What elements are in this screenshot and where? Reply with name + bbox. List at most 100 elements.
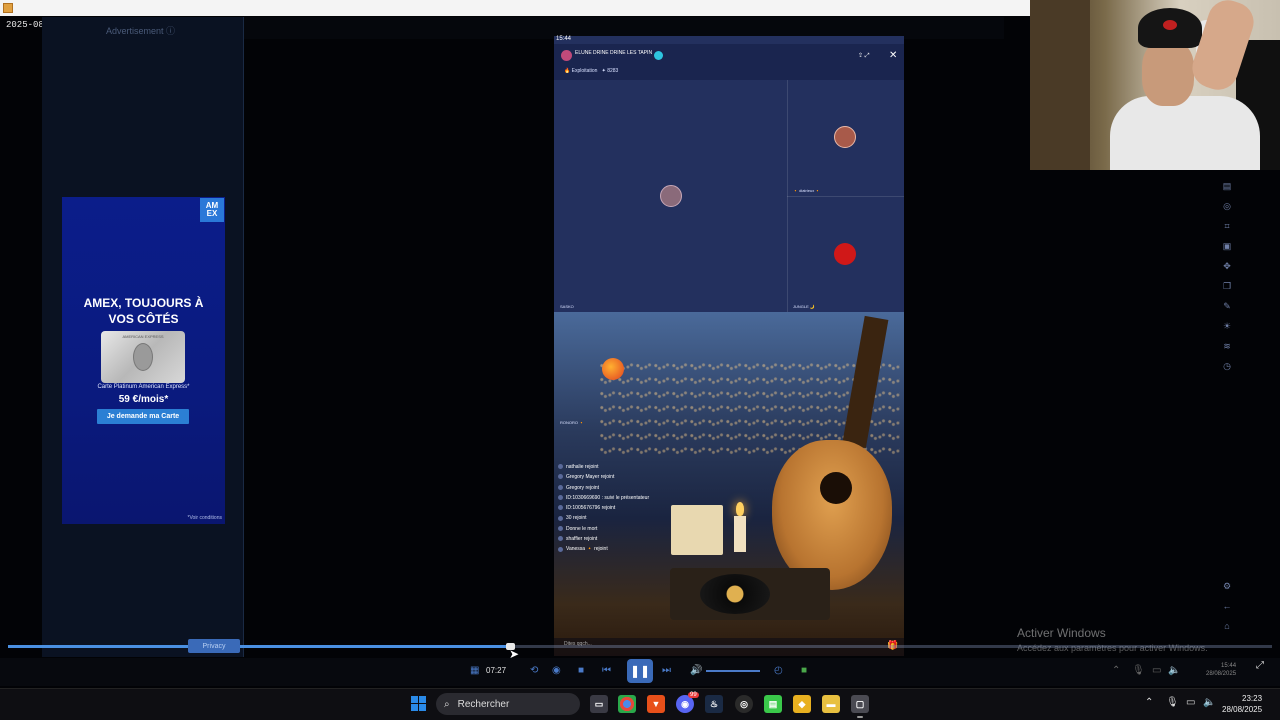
history-icon[interactable]: ◷ xyxy=(1221,360,1233,372)
discord-badge: 99 xyxy=(688,692,699,698)
volume-slider[interactable] xyxy=(706,670,760,672)
search-icon: ⌕ xyxy=(444,698,450,710)
image-icon[interactable]: ▣ xyxy=(1221,240,1233,252)
share-icon[interactable]: ⇪ ⤢ xyxy=(858,52,870,60)
ad-label: Advertisement ⓘ xyxy=(106,26,176,36)
folder-icon[interactable]: ▬ xyxy=(822,695,840,713)
notebook-icon xyxy=(671,505,723,555)
navigate-icon[interactable]: ✥ xyxy=(1221,260,1233,272)
viewer-count-pill: ✦ 8283 xyxy=(601,68,619,74)
chevron-up-icon[interactable]: ⌃ xyxy=(1112,665,1120,676)
steam-icon[interactable]: ♨ xyxy=(705,695,723,713)
obs-icon[interactable]: ◎ xyxy=(735,695,753,713)
taskbar-clock[interactable]: 23:23 28/08/2025 xyxy=(1222,693,1262,715)
fullscreen-icon[interactable]: ⤢ xyxy=(1256,660,1264,671)
guest-avatar[interactable] xyxy=(834,243,856,265)
chat-message: Gregory rejoint xyxy=(558,483,678,493)
amex-logo: AM EX xyxy=(200,198,224,222)
copy-icon[interactable]: ❐ xyxy=(1221,280,1233,292)
guitar-sound-hole xyxy=(820,472,852,504)
guest-label: 🔸 diatrieux 🔸 xyxy=(793,188,821,193)
viewer-pills: 🔥 Exploitation ✦ 8283 xyxy=(564,68,618,74)
guest-avatar[interactable] xyxy=(660,185,682,207)
flame-icon xyxy=(736,502,744,516)
top-strip xyxy=(0,0,1030,16)
chat-message: shaffier rejoint xyxy=(558,534,678,544)
search-label: Rechercher xyxy=(457,698,510,710)
ad-cta-button[interactable]: Je demande ma Carte xyxy=(97,409,189,424)
record-icon[interactable]: ◉ xyxy=(552,665,561,676)
chat-message: Vanessa 🔸 rejoint xyxy=(558,544,678,554)
home-icon[interactable]: ⌂ xyxy=(1221,620,1233,632)
loop-icon[interactable]: ⟲ xyxy=(530,665,538,676)
privacy-badge: Privacy xyxy=(188,639,240,653)
taskbar-search[interactable]: ⌕ Rechercher xyxy=(436,693,580,715)
ad-footnote: *Voir conditions xyxy=(187,515,222,521)
lightbulb-icon[interactable]: ☀ xyxy=(1221,320,1233,332)
guest-avatar[interactable] xyxy=(602,358,624,380)
guest-avatar[interactable] xyxy=(834,126,856,148)
active-app-icon[interactable]: ▢ xyxy=(851,695,869,713)
seek-progress xyxy=(8,645,510,648)
next-icon[interactable]: ⏭ xyxy=(662,665,671,676)
start-button[interactable] xyxy=(411,696,427,712)
screenshot-icon[interactable]: ◎ xyxy=(1221,200,1233,212)
activate-windows-title: Activer Windows xyxy=(1017,626,1106,640)
edit-icon[interactable]: ✎ xyxy=(1221,300,1233,312)
windows-taskbar xyxy=(0,688,1280,720)
task-view-icon[interactable]: ▭ xyxy=(590,695,608,713)
guest-label: JUNGLE 🌙 xyxy=(793,304,815,309)
app-icon xyxy=(3,3,13,13)
chevron-up-icon[interactable]: ⌃ xyxy=(1145,697,1153,708)
brave-icon[interactable]: ▼ xyxy=(647,695,665,713)
windows-icon[interactable]: ▦ xyxy=(470,665,479,676)
chat-message: nathalie rejoint xyxy=(558,462,678,472)
webcam-shirt xyxy=(1110,96,1260,170)
webcam-face xyxy=(1142,40,1194,106)
chat-message: Donne le mort xyxy=(558,524,678,534)
speaker-icon[interactable]: 🔈 xyxy=(1203,697,1215,708)
layers-app-icon[interactable]: ◆ xyxy=(793,695,811,713)
player-clock-date: 28/08/2025 xyxy=(1206,671,1237,677)
display-icon[interactable]: ▭ xyxy=(1186,697,1195,708)
chat-message: Gregory Mayer rejoint xyxy=(558,472,678,482)
chat-message: ID:1030669690 : suivi le présentateur xyxy=(558,493,678,503)
live-chat: nathalie rejoint Gregory Mayer rejoint G… xyxy=(558,462,678,555)
taskbar-time: 23:23 xyxy=(1242,694,1263,703)
pause-button[interactable]: ❚❚ xyxy=(627,659,653,683)
current-time: 07:27 xyxy=(486,666,507,675)
host-avatar[interactable] xyxy=(561,50,572,61)
ad-price: 59 €/mois* xyxy=(118,394,169,405)
chrome-icon[interactable] xyxy=(618,695,636,713)
chat-message: ID:1005676796 rejoint xyxy=(558,503,678,513)
stop-icon[interactable]: ■ xyxy=(578,665,584,676)
phone-status-time: 15:44 xyxy=(556,36,572,42)
vinyl-icon xyxy=(700,574,770,614)
chart-icon[interactable]: ▤ xyxy=(1221,180,1233,192)
speed-icon[interactable]: ◴ xyxy=(774,665,783,676)
ad-subtitle: Carte Platinum American Express* xyxy=(97,384,190,390)
microphone-icon[interactable]: 🎙 xyxy=(1166,697,1179,708)
crop-icon[interactable]: ⌗ xyxy=(1221,220,1233,232)
taskbar-date: 28/08/2025 xyxy=(1222,705,1263,714)
close-icon[interactable]: ✕ xyxy=(889,50,897,61)
app-green-icon[interactable]: ■ xyxy=(801,665,807,676)
guest-label: RONORO 🔸 xyxy=(560,420,585,425)
webcam-overlay xyxy=(1030,0,1280,170)
player-clock-time: 15:44 xyxy=(1221,663,1237,669)
grid-divider xyxy=(787,196,904,197)
layers-icon[interactable]: ≋ xyxy=(1221,340,1233,352)
android-icon[interactable]: ▤ xyxy=(764,695,782,713)
back-icon[interactable]: ← xyxy=(1221,600,1233,612)
player-clock: 15:44 28/08/2025 xyxy=(1206,662,1236,678)
volume-icon[interactable]: 🔊 xyxy=(690,665,702,676)
speaker-icon[interactable]: 🔈 xyxy=(1168,665,1180,676)
exploitation-pill: 🔥 Exploitation xyxy=(564,68,598,74)
microphone-icon[interactable]: 🎙 xyxy=(1132,665,1145,676)
chat-message: 30 rejoint xyxy=(558,513,678,523)
webcam-door xyxy=(1030,0,1090,170)
settings-icon[interactable]: ⚙ xyxy=(1221,580,1233,592)
monitor-icon[interactable]: ▭ xyxy=(1152,665,1161,676)
previous-icon[interactable]: ⏮ xyxy=(602,665,611,676)
active-indicator xyxy=(857,716,863,718)
